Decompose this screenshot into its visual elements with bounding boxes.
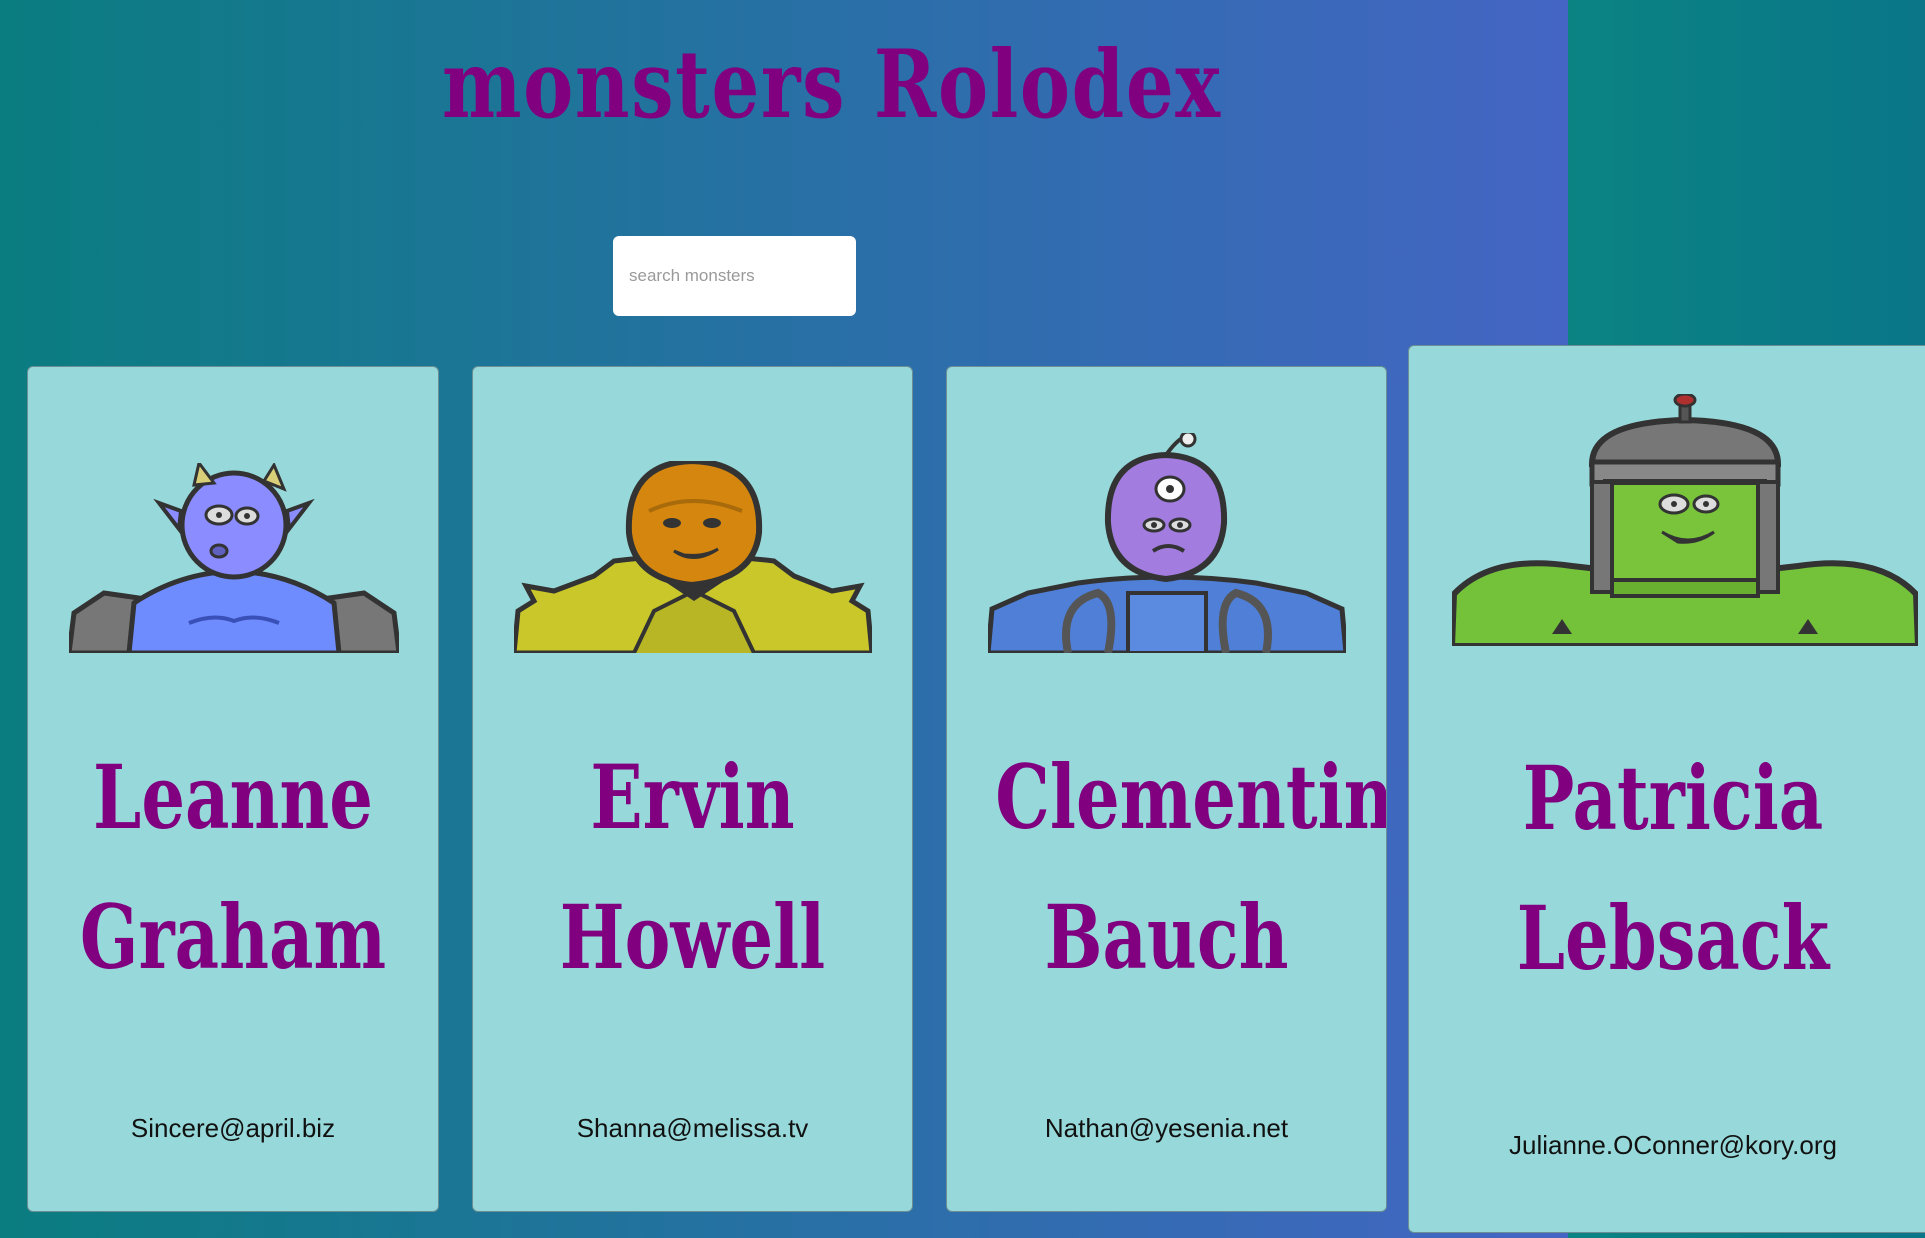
monster-name-first: Ervin xyxy=(590,745,795,849)
page-title: monsters Rolodex xyxy=(442,30,1222,140)
monster-name-last: Howell xyxy=(559,885,826,989)
monster-name-last: Graham xyxy=(79,885,387,989)
monster-card[interactable]: Ervin Howell Shanna@melissa.tv xyxy=(472,366,913,1212)
orange-spiky-monster-icon xyxy=(514,461,872,653)
monster-email: Julianne.OConner@kory.org xyxy=(1509,1130,1837,1160)
purple-cyclops-monster-icon xyxy=(988,433,1346,653)
search-input[interactable] xyxy=(613,236,856,316)
monster-name-first: Clementine xyxy=(995,745,1386,849)
monster-card[interactable]: Clementine Bauch Nathan@yesenia.net xyxy=(946,366,1387,1212)
green-robot-helmet-monster-icon xyxy=(1452,394,1918,646)
monster-card[interactable]: Leanne Graham Sincere@april.biz xyxy=(27,366,439,1212)
monster-name-last: Bauch xyxy=(1044,885,1289,989)
blue-horned-monster-icon xyxy=(69,463,399,653)
monster-name-last: Lebsack xyxy=(1516,886,1830,990)
monster-email: Shanna@melissa.tv xyxy=(576,1113,809,1143)
monster-card[interactable]: Patricia Lebsack Julianne.OConner@kory.o… xyxy=(1408,345,1925,1233)
monster-name-first: Patricia xyxy=(1522,746,1824,850)
monster-name-first: Leanne xyxy=(93,745,373,849)
monster-email: Sincere@april.biz xyxy=(130,1113,336,1143)
monster-email: Nathan@yesenia.net xyxy=(1044,1113,1289,1143)
